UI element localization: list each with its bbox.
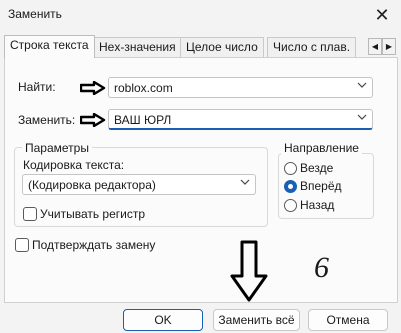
tab-integer[interactable]: Целое число — [180, 37, 264, 57]
replace-label: Заменить: — [18, 113, 76, 127]
annotation-step-number: 6 — [314, 251, 329, 284]
tab-scroll-right-icon[interactable]: ▶ — [382, 38, 396, 55]
find-value: roblox.com — [114, 81, 173, 95]
replace-value: ВАШ ЮРЛ — [114, 113, 172, 127]
tab-hex-values[interactable]: Hex-значения — [93, 37, 182, 57]
radio-everywhere-label: Везде — [300, 161, 334, 175]
encoding-select[interactable]: (Кодировка редактора) — [22, 174, 256, 195]
match-case-checkbox[interactable] — [23, 207, 37, 221]
tab-scroll-left-icon[interactable]: ◀ — [368, 38, 382, 55]
tab-float[interactable]: Число с плав. — [267, 37, 357, 57]
window-title: Заменить — [8, 7, 62, 21]
find-label: Найти: — [18, 80, 56, 94]
close-icon[interactable]: ✕ — [370, 3, 394, 27]
title-bar: Заменить ✕ — [0, 0, 401, 31]
encoding-value: (Кодировка редактора) — [28, 178, 156, 192]
chevron-down-icon[interactable] — [240, 177, 250, 187]
radio-forward[interactable] — [284, 180, 297, 193]
radio-backward-label: Назад — [300, 198, 335, 212]
radio-backward[interactable] — [284, 199, 297, 212]
cancel-button[interactable]: Отмена — [308, 309, 388, 331]
chevron-down-icon[interactable] — [357, 80, 367, 90]
find-input[interactable]: roblox.com — [108, 77, 373, 98]
confirm-replace-label: Подтверждать замену — [32, 238, 156, 252]
annotation-arrow-find — [80, 81, 106, 95]
encoding-label: Кодировка текста: — [23, 158, 125, 172]
annotation-arrow-replace — [80, 113, 106, 127]
replace-all-button[interactable]: Заменить всё — [213, 309, 300, 331]
radio-everywhere[interactable] — [284, 162, 297, 175]
annotation-arrow-down — [230, 240, 268, 302]
replace-input[interactable]: ВАШ ЮРЛ — [108, 109, 373, 130]
radio-forward-label: Вперёд — [300, 179, 342, 193]
direction-group-title: Направление — [281, 141, 362, 155]
tab-strip: Строка текста Hex-значения Целое число Ч… — [4, 35, 398, 58]
ok-button[interactable]: OK — [123, 309, 203, 331]
confirm-replace-checkbox[interactable] — [15, 238, 29, 252]
match-case-label: Учитывать регистр — [40, 207, 146, 221]
tab-text-string[interactable]: Строка текста — [4, 35, 95, 58]
chevron-down-icon[interactable] — [357, 112, 367, 122]
options-group-title: Параметры — [22, 141, 92, 155]
